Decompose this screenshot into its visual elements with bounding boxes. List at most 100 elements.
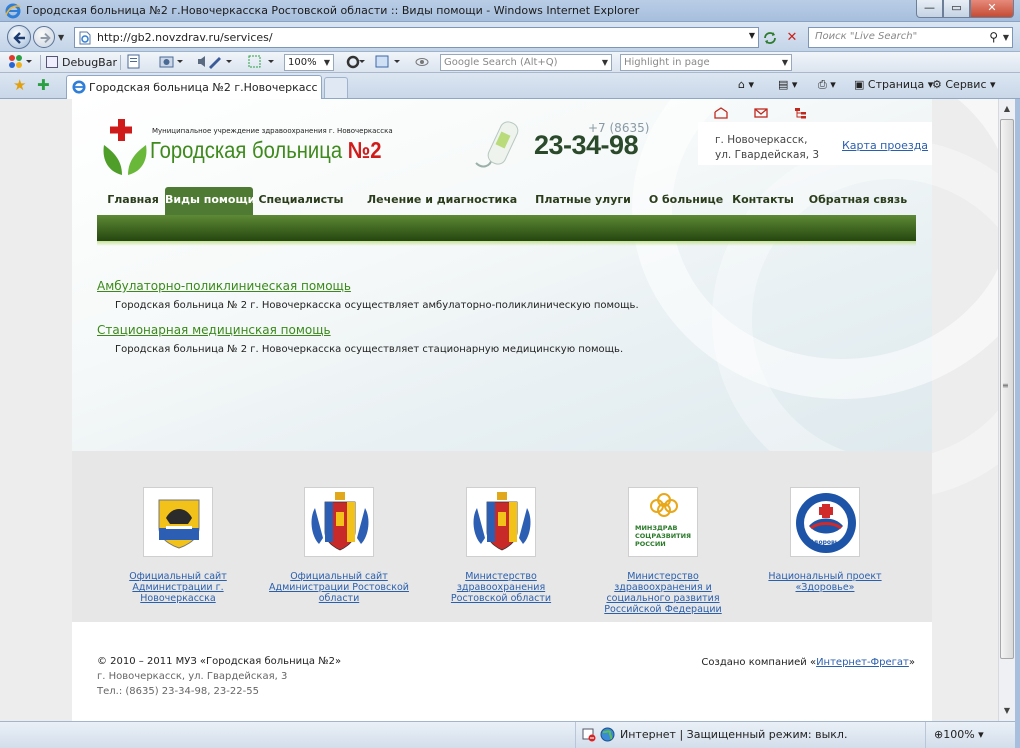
minzdrav-logo-icon[interactable]: МИНЗДРАВ СОЦРАЗВИТИЯ РОССИИ — [628, 487, 698, 557]
navigation-bar: ▼ http://gb2.novzdrav.ru/services/ ▼ ✕ П… — [0, 22, 1020, 52]
menu-item-services[interactable]: Виды помощи — [165, 187, 255, 215]
highlight-input[interactable]: Highlight in page ▼ — [620, 54, 792, 71]
page-view-icon[interactable] — [126, 54, 142, 71]
resize-icon[interactable] — [246, 54, 278, 71]
debugbar-button[interactable]: DebugBar — [46, 54, 117, 71]
debugbar-label: DebugBar — [62, 56, 117, 69]
eye-icon[interactable] — [414, 54, 430, 71]
site-name-number: №2 — [347, 137, 382, 163]
tools-menu[interactable]: ⚙ Сервис ▾ — [932, 78, 996, 91]
add-favorite-icon[interactable]: ✚ — [37, 77, 50, 94]
partner-link[interactable]: Национальный проект «Здоровье» — [755, 571, 895, 593]
tab-title: Городская больница №2 г.Новочеркасска Ро… — [89, 81, 317, 94]
partner-rostov-health-ministry[interactable]: Министерство здравоохранения Ростовской … — [431, 487, 571, 604]
menu-item-paid-services[interactable]: Платные улуги — [533, 187, 633, 215]
national-project-health-icon[interactable]: «Здоровье» — [790, 487, 860, 557]
menu-green-bar — [97, 215, 916, 241]
browser-viewport: Муниципальное учреждение здравоохранения… — [0, 99, 998, 721]
camera-icon[interactable] — [158, 54, 186, 71]
menu-item-feedback[interactable]: Обратная связь — [805, 187, 911, 215]
partner-rostov-admin[interactable]: Официальный сайт Администрации Ростовско… — [269, 487, 409, 604]
settings-gear-icon[interactable] — [346, 54, 368, 71]
menu-item-treatment[interactable]: Лечение и диагностика — [367, 187, 517, 215]
address-bar[interactable]: http://gb2.novzdrav.ru/services/ ▼ — [74, 27, 759, 48]
partner-link[interactable]: Министерство здравоохранения Ростовской … — [431, 571, 571, 604]
partner-national-project[interactable]: «Здоровье» Национальный проект «Здоровье… — [755, 487, 895, 593]
map-link[interactable]: Карта проезда — [842, 139, 928, 152]
address-panel: г. Новочеркасск, ул. Гвардейская, 3 Карт… — [698, 122, 932, 165]
home-page-icon[interactable] — [714, 107, 728, 119]
page-menu[interactable]: ▣ Страница ▾ — [854, 78, 933, 91]
print-icon[interactable]: ⎙ ▾ — [818, 78, 836, 92]
popup-blocked-icon[interactable] — [582, 728, 596, 742]
feeds-icon[interactable]: ▤ ▾ — [778, 78, 797, 91]
minzdrav-logo-text: МИНЗДРАВ СОЦРАЗВИТИЯ РОССИИ — [635, 524, 692, 548]
site-page: Муниципальное учреждение здравоохранения… — [72, 99, 998, 721]
live-search-placeholder: Поиск "Live Search" — [815, 31, 918, 42]
mail-icon[interactable] — [754, 107, 768, 119]
status-bar: Интернет | Защищенный режим: выкл. ⊕100%… — [0, 721, 1015, 748]
sitemap-icon[interactable] — [794, 107, 808, 119]
toolbar: DebugBar 100% ▼ Google Search (Alt+Q) ▼ … — [0, 52, 1020, 73]
apps-icon[interactable] — [8, 54, 34, 71]
rostov-coat-of-arms-icon[interactable] — [466, 487, 536, 557]
page-icon — [79, 31, 91, 45]
site-footer: © 2010 – 2011 МУЗ «Городская больница №2… — [72, 622, 932, 721]
new-tab-button[interactable] — [324, 77, 348, 98]
service-title-inpatient[interactable]: Стационарная медицинская помощь — [97, 323, 331, 337]
favorites-star-icon[interactable]: ★ — [13, 77, 26, 94]
menu-item-specialists[interactable]: Специалисты — [257, 187, 345, 215]
scrollbar-grip-icon: ≡ — [1002, 381, 1009, 390]
back-button[interactable] — [7, 25, 31, 49]
maximize-button[interactable]: ▭ — [943, 0, 970, 18]
tab-bar: ★ ✚ Городская больница №2 г.Новочеркасск… — [0, 73, 1020, 99]
menu-item-home[interactable]: Главная — [102, 187, 164, 215]
partner-minzdrav-rf[interactable]: МИНЗДРАВ СОЦРАЗВИТИЯ РОССИИ Министерство… — [593, 487, 733, 615]
partner-link[interactable]: Министерство здравоохранения и социально… — [593, 571, 733, 615]
menu-item-contacts[interactable]: Контакты — [729, 187, 797, 215]
menu-item-about[interactable]: О больнице — [647, 187, 725, 215]
search-dropdown-icon[interactable]: ▼ — [1003, 33, 1009, 42]
stop-icon[interactable]: ✕ — [782, 28, 802, 48]
window-frame — [1015, 99, 1020, 748]
site-name-text: Городская больница — [150, 137, 348, 163]
national-project-logo-text: «Здоровье» — [805, 539, 847, 546]
forward-button[interactable] — [33, 26, 55, 48]
org-subtitle: Муниципальное учреждение здравоохранения… — [152, 127, 393, 135]
layout-icon[interactable] — [374, 54, 408, 71]
scroll-up-icon[interactable]: ▲ — [999, 101, 1015, 117]
zoom-magnifier-icon: ⊕ — [934, 728, 944, 741]
page-menu-icon: ▣ — [854, 78, 865, 91]
partner-link[interactable]: Официальный сайт Администрации Ростовско… — [269, 571, 409, 604]
tab-active[interactable]: Городская больница №2 г.Новочеркасска Ро… — [66, 75, 322, 99]
history-dropdown-icon[interactable]: ▼ — [58, 33, 64, 42]
page-menu-label: Страница — [867, 78, 925, 91]
google-search-placeholder: Google Search (Alt+Q) — [444, 57, 558, 68]
refresh-icon[interactable] — [760, 28, 780, 48]
service-title-outpatient[interactable]: Амбулаторно-поликлиническая помощь — [97, 279, 351, 293]
status-zoom[interactable]: ⊕100% ▾ — [934, 728, 984, 741]
home-icon[interactable]: ⌂ ▾ — [738, 78, 754, 91]
google-search-input[interactable]: Google Search (Alt+Q) ▼ — [440, 54, 612, 71]
pen-tool-icon[interactable] — [206, 54, 236, 71]
zoom-select[interactable]: 100% ▼ — [284, 54, 334, 71]
scroll-down-icon[interactable]: ▼ — [999, 703, 1015, 719]
partner-novocherkassk-admin[interactable]: Официальный сайт Администрации г. Новоче… — [108, 487, 248, 604]
footer-copyright: © 2010 – 2011 МУЗ «Городская больница №2… — [97, 656, 342, 667]
close-window-button[interactable]: ✕ — [970, 0, 1014, 18]
search-icon[interactable]: ⚲ — [989, 30, 998, 44]
debugbar-icon — [46, 56, 58, 68]
developer-link[interactable]: Интернет-Фрегат — [816, 657, 909, 668]
partner-link[interactable]: Официальный сайт Администрации г. Новоче… — [108, 571, 248, 604]
live-search-input[interactable]: Поиск "Live Search" ⚲ ▼ — [808, 27, 1013, 48]
site-logo-title[interactable]: Городская больница №2 — [150, 137, 382, 164]
address-dropdown-icon[interactable]: ▼ — [749, 31, 755, 40]
novocherkassk-coat-of-arms-icon[interactable] — [143, 487, 213, 557]
vertical-scrollbar[interactable]: ▲ ≡ ▼ — [998, 99, 1015, 721]
minimize-button[interactable]: — — [916, 0, 943, 18]
rostov-coat-of-arms-icon[interactable] — [304, 487, 374, 557]
ie-logo-icon — [5, 3, 21, 19]
footer-address: г. Новочеркасск, ул. Гвардейская, 3 — [97, 671, 288, 682]
address-url[interactable]: http://gb2.novzdrav.ru/services/ — [97, 31, 273, 44]
green-leaves-icon — [103, 145, 147, 175]
